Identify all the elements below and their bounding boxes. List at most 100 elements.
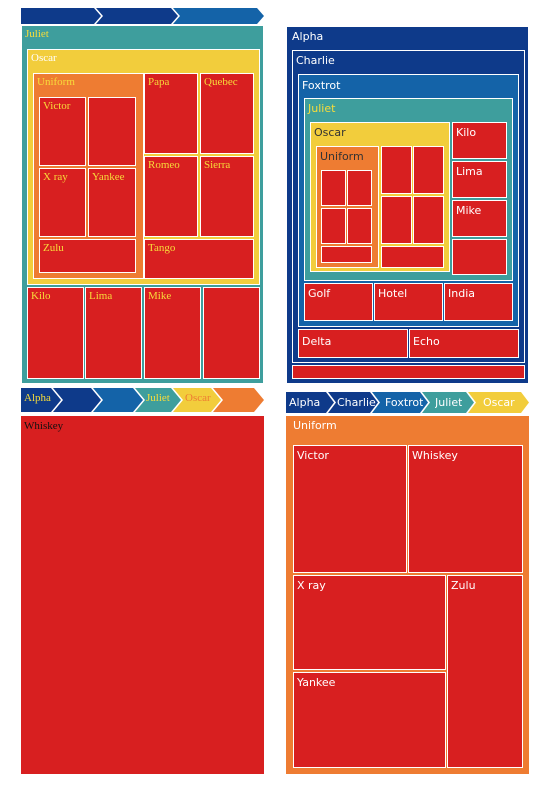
crumb-3 xyxy=(173,8,264,24)
label-lima: Lima xyxy=(89,290,113,302)
node-juliet[interactable]: Juliet Oscar Uniform Victor X ray Yankee… xyxy=(21,25,264,384)
node-unlabeled-1[interactable] xyxy=(88,97,136,166)
node-xray[interactable]: X ray xyxy=(39,168,86,237)
node-tango[interactable]: Tango xyxy=(144,239,254,279)
node-leaf-o5[interactable] xyxy=(381,246,444,268)
breadcrumb xyxy=(21,8,264,24)
label-kilo: Kilo xyxy=(31,290,51,302)
label-kilo: Kilo xyxy=(456,126,477,139)
node-yankee[interactable]: Yankee xyxy=(88,168,136,237)
crumb-label-oscar[interactable]: Oscar xyxy=(483,395,515,411)
node-juliet[interactable]: Juliet Oscar Uniform Kilo Lima Mike xyxy=(304,98,513,281)
label-sierra: Sierra xyxy=(204,159,231,171)
crumb-label-juliet[interactable]: Juliet xyxy=(146,390,170,406)
node-oscar[interactable]: Oscar Uniform Victor X ray Yankee Zulu P xyxy=(27,49,260,285)
node-kilo[interactable]: Kilo xyxy=(452,122,507,159)
node-hotel[interactable]: Hotel xyxy=(374,283,443,321)
node-uniform[interactable]: Uniform xyxy=(316,146,379,268)
node-yankee[interactable]: Yankee xyxy=(293,672,446,768)
label-whiskey: Whiskey xyxy=(412,449,458,462)
node-india[interactable]: India xyxy=(444,283,513,321)
node-papa[interactable]: Papa xyxy=(144,73,198,154)
node-xray[interactable]: X ray xyxy=(293,575,446,670)
label-delta: Delta xyxy=(302,335,332,348)
label-uniform: Uniform xyxy=(320,150,364,163)
node-leaf-o2[interactable] xyxy=(413,146,444,194)
node-romeo[interactable]: Romeo xyxy=(144,156,198,237)
treemap-panel-1: Juliet Oscar Uniform Victor X ray Yankee… xyxy=(21,8,264,384)
node-quebec[interactable]: Quebec xyxy=(200,73,254,154)
node-leaf-o4[interactable] xyxy=(413,196,444,244)
node-oscar[interactable]: Oscar Uniform xyxy=(310,122,450,272)
label-foxtrot: Foxtrot xyxy=(302,79,341,92)
node-leaf-o3[interactable] xyxy=(381,196,412,244)
breadcrumb: Alpha Charlie Foxtrot Juliet Oscar xyxy=(286,392,529,413)
breadcrumb-arrows xyxy=(21,388,264,412)
crumb-label-juliet[interactable]: Juliet xyxy=(435,395,462,411)
node-whiskey[interactable]: Whiskey xyxy=(21,416,264,774)
label-papa: Papa xyxy=(148,76,170,88)
node-leaf-j1[interactable] xyxy=(452,239,507,275)
label-oscar: Oscar xyxy=(31,52,57,64)
node-charlie[interactable]: Charlie Foxtrot Juliet Oscar Uniform Kil… xyxy=(292,50,525,363)
node-leaf-u4[interactable] xyxy=(347,208,372,244)
label-whiskey: Whiskey xyxy=(24,420,64,432)
label-mike: Mike xyxy=(148,290,172,302)
node-victor[interactable]: Victor xyxy=(39,97,86,166)
label-tango: Tango xyxy=(148,242,176,254)
node-kilo[interactable]: Kilo xyxy=(27,287,84,379)
crumb-1 xyxy=(21,8,101,24)
node-zulu[interactable]: Zulu xyxy=(447,575,523,768)
label-victor: Victor xyxy=(43,100,71,112)
node-victor[interactable]: Victor xyxy=(293,445,407,573)
node-lima[interactable]: Lima xyxy=(452,161,507,198)
treemap-panel-2: Alpha Charlie Foxtrot Juliet Oscar Unifo… xyxy=(286,26,529,384)
label-india: India xyxy=(448,287,475,300)
node-foxtrot[interactable]: Foxtrot Juliet Oscar Uniform Kilo Lima M… xyxy=(298,74,519,327)
crumb-label-alpha[interactable]: Alpha xyxy=(289,395,320,411)
label-yankee: Yankee xyxy=(92,171,125,183)
label-romeo: Romeo xyxy=(148,159,180,171)
node-uniform[interactable]: Uniform Victor X ray Yankee Zulu xyxy=(33,73,144,279)
crumb-label-charlie[interactable]: Charlie xyxy=(337,395,376,411)
crumb-label-oscar[interactable]: Oscar xyxy=(185,390,211,406)
label-lima: Lima xyxy=(456,165,483,178)
node-leaf-u1[interactable] xyxy=(321,170,346,206)
node-sierra[interactable]: Sierra xyxy=(200,156,254,237)
node-mike[interactable]: Mike xyxy=(452,200,507,237)
label-victor: Victor xyxy=(297,449,329,462)
node-whiskey[interactable]: Whiskey xyxy=(408,445,523,573)
node-leaf-u2[interactable] xyxy=(347,170,372,206)
label-alpha: Alpha xyxy=(292,30,324,43)
label-yankee: Yankee xyxy=(297,676,336,689)
label-oscar: Oscar xyxy=(314,126,346,139)
label-xray: X ray xyxy=(43,171,68,183)
treemap-panel-3: Alpha Juliet Oscar Whiskey xyxy=(21,388,264,774)
node-leaf-u5[interactable] xyxy=(321,246,372,263)
node-echo[interactable]: Echo xyxy=(409,329,519,358)
node-unlabeled-2[interactable] xyxy=(203,287,260,379)
label-zulu: Zulu xyxy=(43,242,64,254)
node-uniform[interactable]: Uniform Victor Whiskey X ray Zulu Yankee xyxy=(286,416,529,774)
breadcrumb-arrows xyxy=(21,8,264,24)
label-xray: X ray xyxy=(297,579,326,592)
label-juliet: Juliet xyxy=(308,102,336,115)
label-uniform: Uniform xyxy=(293,419,337,432)
node-leaf-u3[interactable] xyxy=(321,208,346,244)
node-mike[interactable]: Mike xyxy=(144,287,201,379)
node-golf[interactable]: Golf xyxy=(304,283,373,321)
label-echo: Echo xyxy=(413,335,440,348)
crumb-2 xyxy=(96,8,178,24)
crumb-label-alpha[interactable]: Alpha xyxy=(24,390,51,406)
crumb-label-foxtrot[interactable]: Foxtrot xyxy=(385,395,423,411)
label-uniform: Uniform xyxy=(37,76,75,88)
node-alpha[interactable]: Alpha Charlie Foxtrot Juliet Oscar Unifo… xyxy=(286,26,529,384)
node-zulu[interactable]: Zulu xyxy=(39,239,136,273)
label-quebec: Quebec xyxy=(204,76,238,88)
treemap-panel-4: Alpha Charlie Foxtrot Juliet Oscar Unifo… xyxy=(286,392,529,774)
node-delta[interactable]: Delta xyxy=(298,329,408,358)
node-leaf-o1[interactable] xyxy=(381,146,412,194)
label-mike: Mike xyxy=(456,204,482,217)
node-lima[interactable]: Lima xyxy=(85,287,142,379)
node-leaf-a1[interactable] xyxy=(292,365,525,379)
